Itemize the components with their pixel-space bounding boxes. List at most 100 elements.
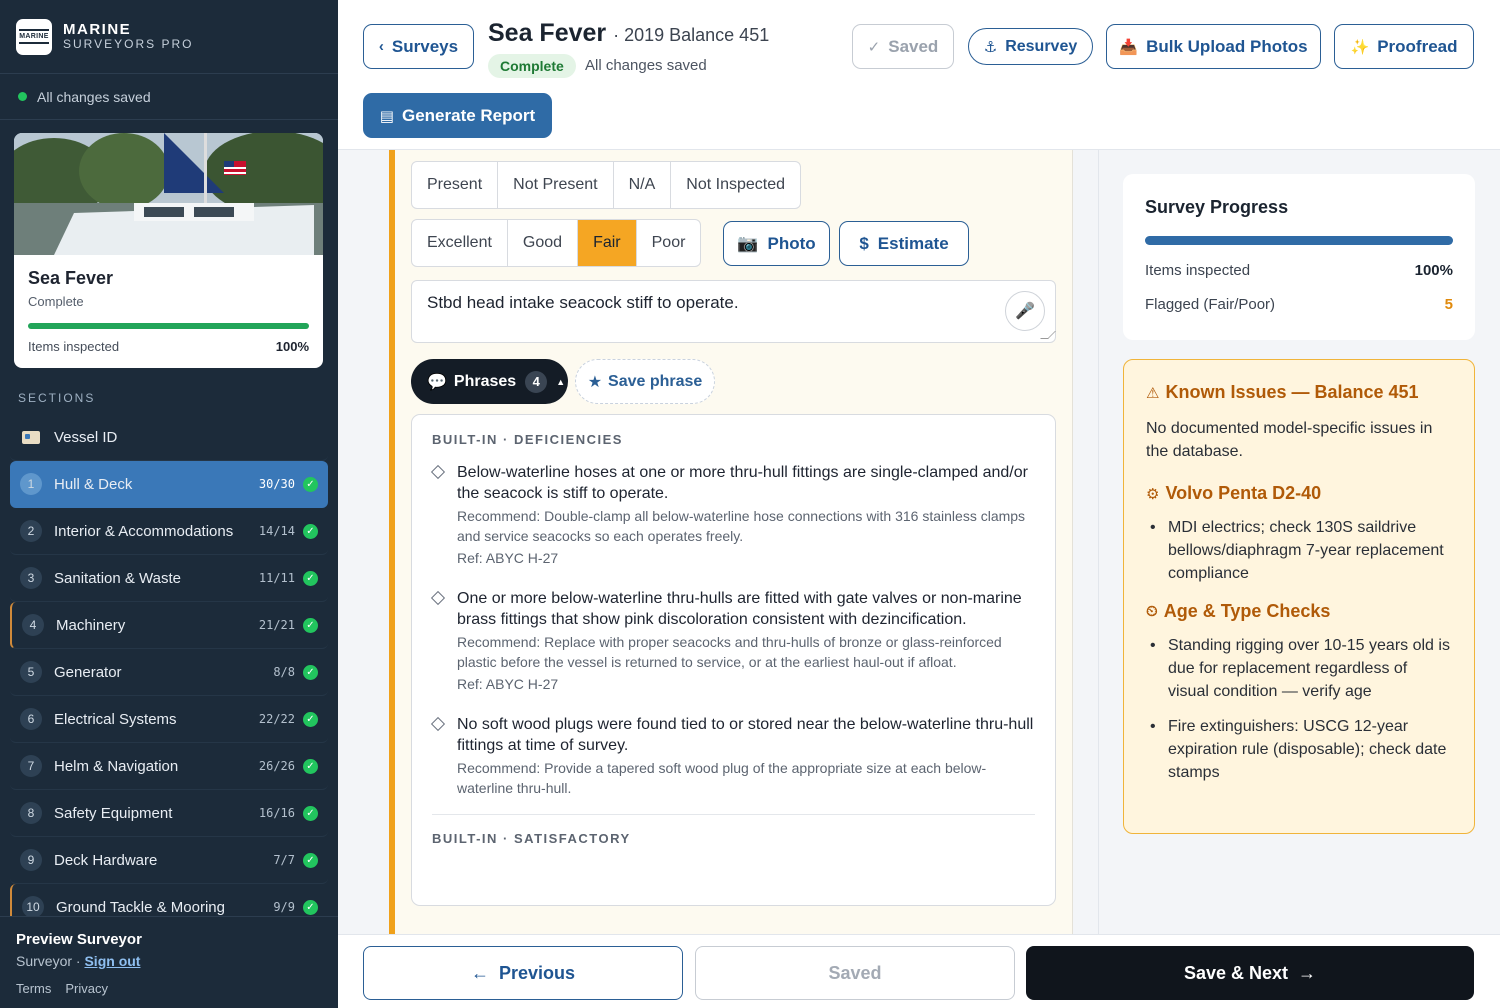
option-not-present[interactable]: Not Present <box>498 162 614 208</box>
back-button-label: Surveys <box>391 36 459 56</box>
vessel-progress-value: 100% <box>275 339 309 354</box>
sidebar-item-electrical-systems[interactable]: 6 Electrical Systems 22/22 ✓ <box>10 696 328 743</box>
sparkles-icon: ✨ <box>1350 38 1370 56</box>
option-not-inspected[interactable]: Not Inspected <box>671 162 800 208</box>
estimate-button-label: Estimate <box>877 233 949 253</box>
section-number: 7 <box>20 755 42 777</box>
sidebar-item-generator[interactable]: 5 Generator 8/8 ✓ <box>10 649 328 696</box>
option-excellent[interactable]: Excellent <box>412 220 508 266</box>
sidebar-footer: Preview Surveyor Surveyor · Sign out Ter… <box>0 916 338 1008</box>
phrases-count: 4 <box>525 370 548 393</box>
option-poor[interactable]: Poor <box>637 220 701 266</box>
option-n-a[interactable]: N/A <box>614 162 672 208</box>
phrase-item[interactable]: No soft wood plugs were found tied to or… <box>412 694 1055 798</box>
option-fair[interactable]: Fair <box>578 220 637 266</box>
section-count: 30/30 <box>258 477 295 491</box>
vessel-photo <box>14 133 323 255</box>
check-circle-icon: ✓ <box>303 711 318 727</box>
phrases-toggle-button[interactable]: 💬 Phrases 4 ▲ <box>411 359 568 404</box>
arrow-left-icon: ← <box>470 962 489 983</box>
section-count: 16/16 <box>258 806 295 820</box>
save-and-next-button[interactable]: Save & Next → <box>1026 946 1474 1000</box>
section-number: 8 <box>20 802 42 824</box>
check-icon: ✓ <box>867 38 881 56</box>
sign-out-link[interactable]: Sign out <box>84 953 140 969</box>
phrases-label: Phrases <box>453 372 517 390</box>
check-circle-icon: ✓ <box>303 805 318 821</box>
privacy-link[interactable]: Privacy <box>65 981 108 996</box>
proofread-button[interactable]: ✨ Proofread <box>1334 24 1474 69</box>
brand[interactable]: MARINE MARINE SURVEYORS PRO <box>0 0 338 74</box>
sidebar-item-label: Machinery <box>56 616 126 634</box>
saved-button[interactable]: ✓ Saved <box>852 24 954 69</box>
bulk-upload-label: Bulk Upload Photos <box>1146 36 1308 56</box>
sidebar-item-sanitation-waste[interactable]: 3 Sanitation & Waste 11/11 ✓ <box>10 555 328 602</box>
upload-tray-icon: 📥 <box>1119 38 1139 56</box>
photo-button[interactable]: 📷 Photo <box>723 221 830 266</box>
option-present[interactable]: Present <box>412 162 499 208</box>
sidebar-item-machinery[interactable]: 4 Machinery 21/21 ✓ <box>10 602 328 649</box>
resurvey-button-label: Resurvey <box>1005 37 1078 55</box>
previous-button[interactable]: ← Previous <box>363 946 683 1000</box>
known-issues-none: No documented model-specific issues in t… <box>1146 420 1433 460</box>
save-next-label: Save & Next <box>1183 962 1289 983</box>
page-header: ‹ Surveys Sea Fever · 2019 Balance 451 Co… <box>338 0 1500 150</box>
sections-heading: SECTIONS <box>18 391 96 405</box>
back-to-surveys-button[interactable]: ‹ Surveys <box>363 24 474 69</box>
speech-bubble-icon: 💬 <box>427 373 447 391</box>
document-icon: ▤ <box>379 107 394 125</box>
sidebar-item-interior-accommodations[interactable]: 2 Interior & Accommodations 14/14 ✓ <box>10 508 328 555</box>
saved-footer-button[interactable]: Saved <box>695 946 1015 1000</box>
chevron-left-icon: ‹ <box>378 38 384 55</box>
bulk-upload-photos-button[interactable]: 📥 Bulk Upload Photos <box>1106 24 1321 69</box>
check-circle-icon: ✓ <box>303 758 318 774</box>
camera-icon: 📷 <box>737 233 759 253</box>
phrase-item[interactable]: Below-waterline hoses at one or more thr… <box>412 447 1055 568</box>
flagged-label: Flagged (Fair/Poor) <box>1145 296 1276 313</box>
sidebar-item-label: Safety Equipment <box>54 804 173 822</box>
section-count: 22/22 <box>258 712 295 726</box>
save-phrase-label: Save phrase <box>608 372 703 390</box>
vessel-subtitle: · 2019 Balance 451 <box>613 25 770 45</box>
sidebar-item-deck-hardware[interactable]: 9 Deck Hardware 7/7 ✓ <box>10 837 328 884</box>
phrase-reference: Ref: ABYC H-27 <box>457 676 559 692</box>
section-count: 26/26 <box>258 759 295 773</box>
sidebar-item-helm-navigation[interactable]: 7 Helm & Navigation 26/26 ✓ <box>10 743 328 790</box>
microphone-icon[interactable]: 🎤 <box>1005 291 1045 331</box>
right-panel: Survey Progress Items inspected 100% Flag… <box>1098 150 1500 934</box>
sidebar-item-label: Interior & Accommodations <box>54 522 234 540</box>
user-role: Surveyor · <box>16 953 81 969</box>
proofread-button-label: Proofread <box>1377 36 1458 56</box>
estimate-button[interactable]: $ Estimate <box>839 221 969 266</box>
terms-link[interactable]: Terms <box>16 981 51 996</box>
star-icon: ★ <box>587 373 603 391</box>
previous-button-label: Previous <box>498 962 576 983</box>
sidebar: MARINE MARINE SURVEYORS PRO All changes … <box>0 0 338 1008</box>
items-inspected-value: 100% <box>1414 262 1453 279</box>
sidebar-item-hull-deck[interactable]: 1 Hull & Deck 30/30 ✓ <box>10 461 328 508</box>
vessel-card[interactable]: Sea Fever Complete Items inspected 100% <box>14 133 323 368</box>
check-circle-icon: ✓ <box>303 523 318 539</box>
notes-textarea[interactable]: Stbd head intake seacock stiff to operat… <box>411 280 1056 343</box>
vessel-title: Sea Fever <box>488 19 607 47</box>
option-good[interactable]: Good <box>508 220 579 266</box>
save-phrase-button[interactable]: ★ Save phrase <box>575 359 715 404</box>
vessel-progress-label: Items inspected <box>28 339 120 354</box>
saved-button-label: Saved <box>888 36 939 56</box>
known-issues-card: ⚠ Known Issues — Balance 451 No documente… <box>1123 359 1475 834</box>
notes-text: Stbd head intake seacock stiff to operat… <box>427 293 739 312</box>
generate-report-button[interactable]: ▤ Generate Report <box>363 93 552 138</box>
check-circle-icon: ✓ <box>303 476 318 492</box>
resurvey-button[interactable]: ⚓ Resurvey <box>968 28 1093 65</box>
resize-handle-icon[interactable] <box>1040 331 1056 339</box>
gear-icon: ⚙ <box>1146 485 1160 503</box>
check-circle-icon: ✓ <box>303 570 318 586</box>
phrase-item[interactable]: One or more below-waterline thru-hulls a… <box>412 568 1055 694</box>
sidebar-item-safety-equipment[interactable]: 8 Safety Equipment 16/16 ✓ <box>10 790 328 837</box>
sidebar-item-label: Deck Hardware <box>54 851 158 869</box>
survey-progress-bar <box>1145 236 1453 245</box>
condition-selector: Excellent Good Fair Poor <box>411 219 702 267</box>
check-circle-icon: ✓ <box>303 617 318 633</box>
known-issues-title: Known Issues — Balance 451 <box>1165 382 1419 402</box>
sidebar-item-vessel-id[interactable]: Vessel ID <box>10 414 328 461</box>
